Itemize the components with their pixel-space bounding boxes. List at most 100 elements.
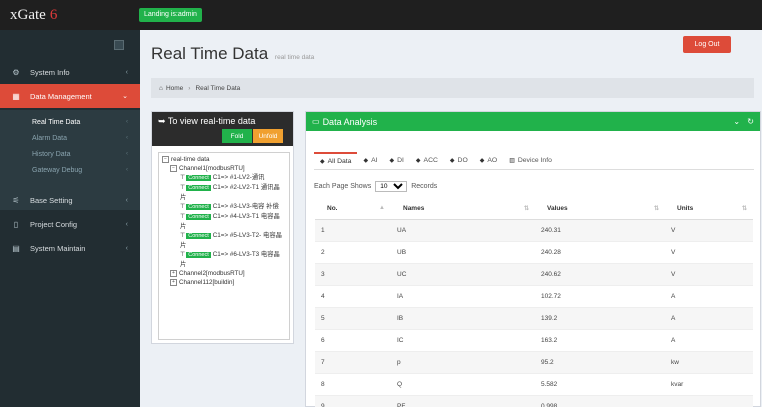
brand-name: xGate <box>10 6 46 23</box>
sidebar-item-label: System Info <box>30 67 70 77</box>
status-badge: Connect <box>186 175 211 181</box>
collapse-icon[interactable]: − <box>162 156 169 163</box>
table-row: 7 p 95.2 kw <box>315 351 753 374</box>
refresh-icon[interactable]: ↻ <box>747 117 754 126</box>
pin-icon: ⊤ <box>180 233 186 239</box>
unfold-button[interactable]: Unfold <box>253 129 283 143</box>
pin-icon: ⊤ <box>180 214 186 220</box>
tab-device-info[interactable]: ▥ Device Info <box>503 152 558 169</box>
sidebar-item-system-info[interactable]: ⚙ System Info ‹ <box>0 60 140 84</box>
cell-name: IC <box>391 329 535 352</box>
file-icon: ▯ <box>13 219 19 229</box>
chart-icon: ▭ <box>312 117 320 126</box>
tab-label: AI <box>371 157 378 164</box>
dashboard-icon: ⚙ <box>12 67 20 77</box>
status-badge: Connect <box>186 185 211 191</box>
tab-ao[interactable]: ◆ AO <box>474 152 503 169</box>
cell-value: 5.582 <box>535 373 665 396</box>
logo[interactable]: xGate 6 <box>0 0 140 30</box>
tree-node-channel1[interactable]: − Channel1[modbusRTU] <box>162 164 286 173</box>
column-header-names[interactable]: Names ⇅ <box>391 199 535 220</box>
collapse-icon[interactable]: − <box>170 165 177 172</box>
brand-version: 6 <box>49 6 58 23</box>
breadcrumb-home-link[interactable]: Home <box>166 85 183 92</box>
tree-node-device[interactable]: ⊤ Connect C1=> #3-LV3-电容 补偿 <box>162 202 286 212</box>
pin-icon: ⊤ <box>180 185 186 191</box>
column-header-no[interactable]: No. ▲ <box>315 199 391 220</box>
chevron-left-icon: ‹ <box>125 68 128 76</box>
data-analysis-panel: ▭ Data Analysis ⌄ ↻ ◆ All Data ◆ AI ◆ DI ◆ A… <box>305 111 761 407</box>
tree-node-device[interactable]: ⊤ Connect C1=> #6-LV3-T3 电容晶片 <box>162 250 286 269</box>
logout-button[interactable]: Log Out <box>683 36 731 53</box>
fold-button[interactable]: Fold <box>222 129 252 143</box>
expand-icon[interactable]: + <box>170 279 177 286</box>
tag-icon: ◆ <box>449 158 455 164</box>
tree-node-label: C1=> #3-LV3-电容 补偿 <box>212 203 279 210</box>
tag-icon: ◆ <box>389 158 395 164</box>
tree-node-device[interactable]: ⊤ Connect C1=> #1-LV2-通讯 <box>162 173 286 183</box>
tree-node-device[interactable]: ⊤ Connect C1=> #4-LV3-T1 电容晶片 <box>162 212 286 231</box>
cell-no: 2 <box>315 241 391 264</box>
column-header-label: No. <box>327 205 338 213</box>
sidebar-item-system-maintain[interactable]: ▤ System Maintain ‹ <box>0 236 140 260</box>
tree-panel-header: ➥ To view real-time data Fold Unfold <box>152 112 293 146</box>
data-tabs: ◆ All Data ◆ AI ◆ DI ◆ ACC ◆ DO ◆ AO ▥ Device I… <box>314 152 754 170</box>
sort-icon: ⇅ <box>653 206 659 213</box>
tree-node-device[interactable]: ⊤ Connect C1=> #5-LV3-T2- 电容晶片 <box>162 231 286 250</box>
breadcrumb-current: Real Time Data <box>195 84 241 92</box>
sidebar-subitem-history-data[interactable]: History Data ‹ <box>0 146 140 162</box>
cell-value: 240.28 <box>535 241 665 264</box>
sidebar-subitem-label: Gateway Debug <box>32 166 83 174</box>
table-row: 3 UC 240.62 V <box>315 263 753 286</box>
column-header-units[interactable]: Units ⇅ <box>665 199 753 220</box>
page-title-text: Real Time Data <box>151 44 269 63</box>
cell-name: p <box>391 351 535 374</box>
chevron-left-icon: ‹ <box>125 220 128 228</box>
tab-label: AO <box>487 157 498 164</box>
login-status-badge: Landing is:admin <box>139 8 202 22</box>
tree-node-channel3[interactable]: + Channel112[buildin] <box>162 278 286 287</box>
cell-no: 5 <box>315 307 391 330</box>
tab-all-data[interactable]: ◆ All Data <box>314 152 358 169</box>
cell-no: 6 <box>315 329 391 352</box>
tree-node-root[interactable]: − real-time data <box>162 155 286 164</box>
status-badge: Connect <box>186 252 211 258</box>
cell-name: IB <box>391 307 535 330</box>
sidebar-item-project-config[interactable]: ▯ Project Config ‹ <box>0 212 140 236</box>
status-badge: Connect <box>186 233 211 239</box>
sidebar-subitem-alarm-data[interactable]: Alarm Data ‹ <box>0 130 140 146</box>
tab-label: DI <box>397 157 404 164</box>
sidebar-subitem-label: Alarm Data <box>32 134 68 142</box>
sidebar-subitem-label: History Data <box>32 150 71 158</box>
expand-icon[interactable]: + <box>170 270 177 277</box>
tab-ai[interactable]: ◆ AI <box>357 152 383 169</box>
cell-value: 240.62 <box>535 263 665 286</box>
column-header-label: Values <box>547 205 568 213</box>
table-row: 9 PF 0.998 <box>315 395 753 407</box>
cell-no: 3 <box>315 263 391 286</box>
sidebar-item-base-setting[interactable]: ⚟ Base Setting ‹ <box>0 188 140 212</box>
cell-unit: kvar <box>665 373 753 396</box>
sidebar-toggle-button[interactable] <box>114 40 124 50</box>
tab-label: Device Info <box>517 157 552 164</box>
arrow-icon: ➥ <box>158 116 168 126</box>
sidebar-subitem-gateway-debug[interactable]: Gateway Debug ‹ <box>0 162 140 178</box>
table-row: 1 UA 240.31 V <box>315 219 753 242</box>
page-size-select[interactable]: 10 <box>375 181 408 192</box>
tab-acc[interactable]: ◆ ACC <box>410 152 444 169</box>
cell-unit: V <box>665 263 753 286</box>
list-icon: ▤ <box>12 243 20 253</box>
sidebar-item-data-management[interactable]: ▦ Data Management ⌄ <box>0 84 140 108</box>
tree-node-channel2[interactable]: + Channel2[modbusRTU] <box>162 269 286 278</box>
collapse-icon[interactable]: ⌄ <box>733 117 740 126</box>
cell-unit: A <box>665 329 753 352</box>
tab-do[interactable]: ◆ DO <box>444 152 474 169</box>
tree-node-label: Channel112[buildin] <box>179 279 235 286</box>
tree-node-device[interactable]: ⊤ Connect C1=> #2-LV2-T1 通讯晶片 <box>162 183 286 202</box>
tab-di[interactable]: ◆ DI <box>383 152 409 169</box>
column-header-values[interactable]: Values ⇅ <box>535 199 665 220</box>
top-bar: xGate 6 Landing is:admin <box>0 0 762 30</box>
cell-name: UC <box>391 263 535 286</box>
sidebar-subitem-real-time-data[interactable]: Real Time Data ‹ <box>0 114 140 130</box>
device-tree: − real-time data − Channel1[modbusRTU] ⊤… <box>158 152 290 340</box>
